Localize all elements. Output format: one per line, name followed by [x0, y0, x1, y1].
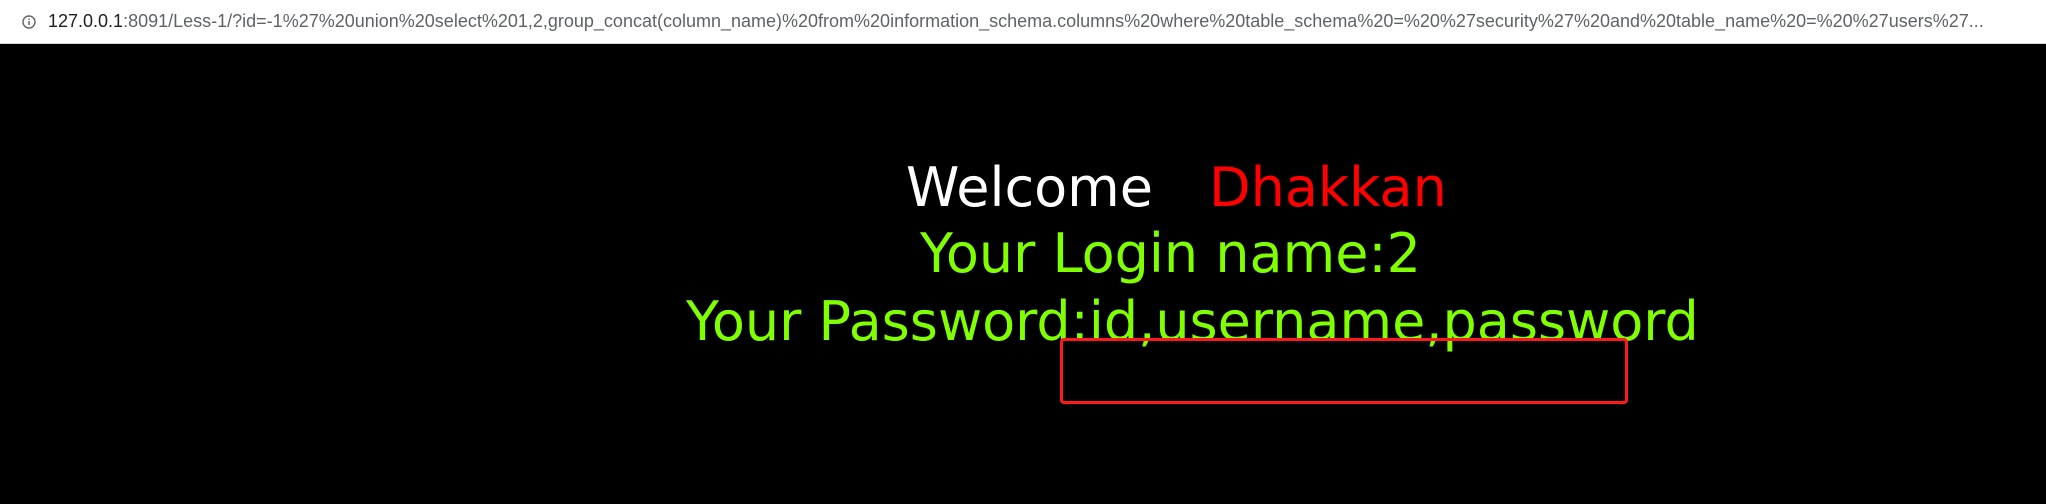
welcome-text: Welcome [906, 156, 1154, 219]
info-icon[interactable] [22, 14, 36, 29]
url-text[interactable]: 127.0.0.1:8091/Less-1/?id=-1%27%20union%… [48, 11, 1984, 32]
highlight-box [1060, 338, 1628, 404]
address-bar[interactable]: 127.0.0.1:8091/Less-1/?id=-1%27%20union%… [0, 0, 2046, 44]
welcome-line: Welcome Dhakkan [906, 156, 1447, 220]
login-name-line: Your Login name:2 [920, 222, 1421, 285]
url-host: 127.0.0.1 [48, 11, 124, 31]
password-label: Your Password: [686, 290, 1089, 353]
url-path: :8091/Less-1/?id=-1%27%20union%20select%… [123, 11, 1984, 31]
user-name-text: Dhakkan [1209, 156, 1447, 219]
